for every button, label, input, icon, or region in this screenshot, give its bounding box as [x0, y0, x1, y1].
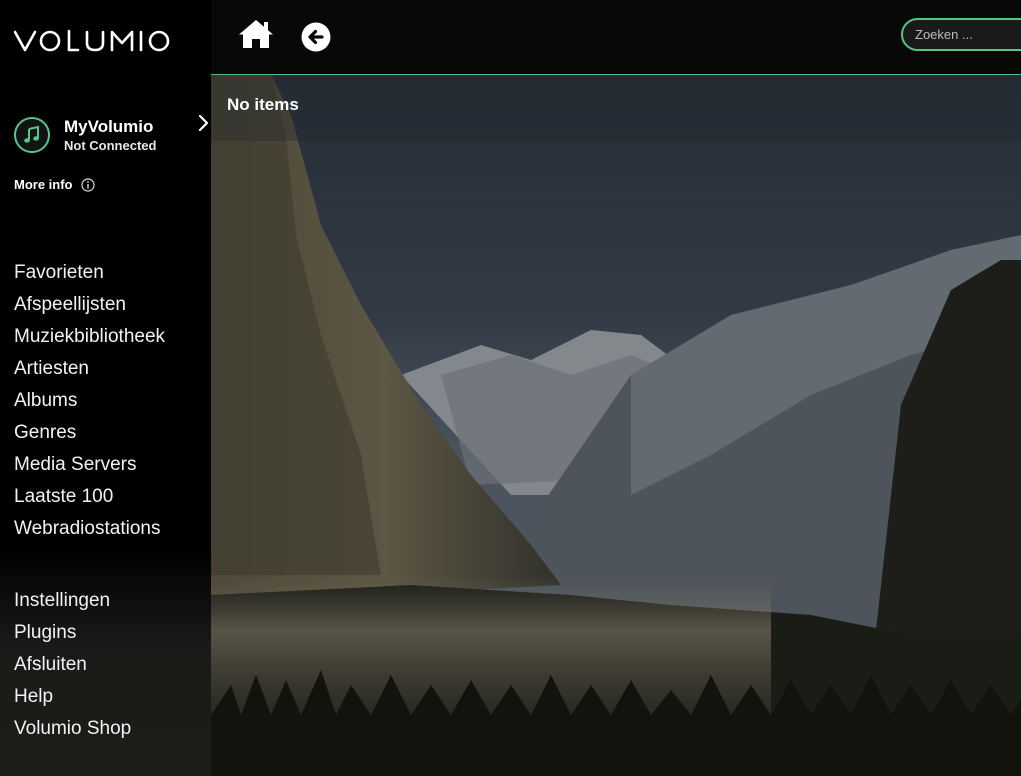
search-input[interactable] — [901, 18, 1021, 51]
background-landscape-image — [211, 75, 1021, 776]
myvolumio-status: Not Connected — [64, 138, 157, 153]
volumio-logo[interactable] — [14, 27, 170, 55]
back-button[interactable] — [301, 22, 331, 52]
primary-nav: Favorieten Afspeellijsten Muziekbiblioth… — [14, 257, 165, 545]
nav-item-albums[interactable]: Albums — [14, 385, 165, 417]
nav-item-favorieten[interactable]: Favorieten — [14, 257, 165, 289]
info-icon[interactable] — [80, 177, 95, 192]
nav-item-help[interactable]: Help — [14, 681, 131, 713]
main-content: No items — [211, 75, 1021, 776]
nav-item-genres[interactable]: Genres — [14, 417, 165, 449]
myvolumio-account[interactable]: MyVolumio Not Connected — [14, 114, 209, 156]
nav-item-muziekbibliotheek[interactable]: Muziekbibliotheek — [14, 321, 165, 353]
nav-item-volumio-shop[interactable]: Volumio Shop — [14, 713, 131, 745]
sidebar: MyVolumio Not Connected More info Favori… — [0, 0, 211, 776]
nav-item-artiesten[interactable]: Artiesten — [14, 353, 165, 385]
nav-item-plugins[interactable]: Plugins — [14, 617, 131, 649]
content-header: No items — [211, 75, 1021, 141]
top-bar — [211, 0, 1021, 75]
nav-item-afsluiten[interactable]: Afsluiten — [14, 649, 131, 681]
home-button[interactable] — [237, 18, 275, 50]
empty-state-text: No items — [227, 95, 299, 114]
nav-item-instellingen[interactable]: Instellingen — [14, 585, 131, 617]
nav-item-webradiostations[interactable]: Webradiostations — [14, 513, 165, 545]
myvolumio-name: MyVolumio — [64, 117, 154, 136]
music-note-icon — [14, 117, 50, 153]
nav-item-laatste-100[interactable]: Laatste 100 — [14, 481, 165, 513]
back-arrow-icon — [301, 22, 331, 56]
chevron-right-icon[interactable] — [197, 114, 209, 137]
more-info-link[interactable]: More info — [14, 177, 95, 192]
secondary-nav: Instellingen Plugins Afsluiten Help Volu… — [14, 585, 131, 745]
nav-item-media-servers[interactable]: Media Servers — [14, 449, 165, 481]
nav-item-afspeellijsten[interactable]: Afspeellijsten — [14, 289, 165, 321]
more-info-label: More info — [14, 177, 73, 192]
home-icon — [237, 20, 275, 54]
